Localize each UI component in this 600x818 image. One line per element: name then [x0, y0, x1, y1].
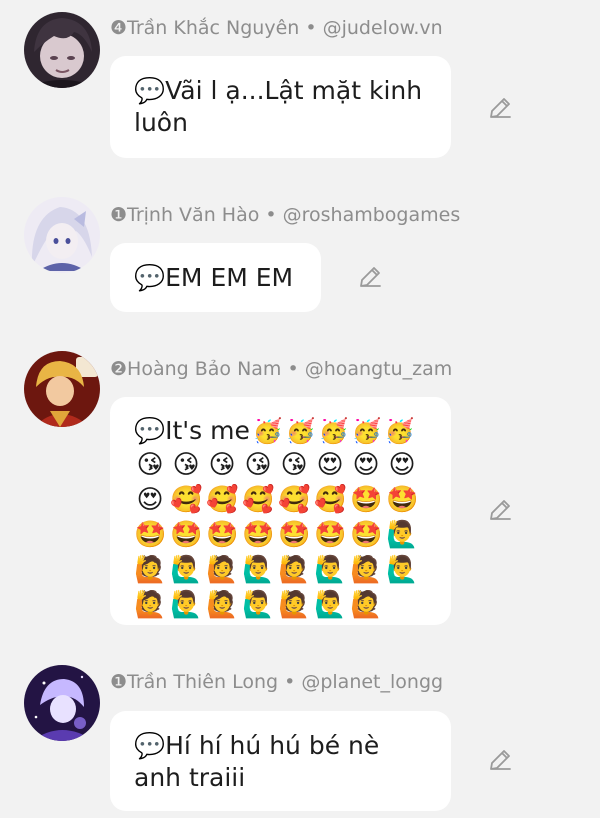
emoji-grid: 😘 😘 😘 😘 😘 😍 😍 😍 😍 🥰 🥰 🥰 🥰 🥰 🤩 🤩 🤩 🤩 🤩 🤩 🤩 🤩 🤩 🙋‍♂️ 🙋 🙋‍♂️ 🙋 🙋‍♂️ 🙋 🙋‍…	[134, 449, 422, 621]
emoji: 🤩	[386, 485, 419, 515]
emoji: 🙋‍♂️	[242, 555, 275, 585]
emoji: 🥰	[170, 485, 203, 515]
emoji: 🤩	[242, 520, 275, 550]
emoji: 🙋‍♂️	[170, 555, 203, 585]
comment-bubble: 💬EM EM EM	[110, 243, 321, 312]
emoji: 🥰	[278, 485, 311, 515]
emoji: 🥰	[242, 485, 275, 515]
comment-author[interactable]: ❹Trần Khắc Nguyên • @judelow.vn	[110, 16, 443, 40]
pencil-edit-icon[interactable]	[357, 264, 383, 290]
emoji: 😘	[136, 450, 164, 480]
emoji: 😘	[244, 450, 272, 480]
avatar[interactable]	[24, 197, 100, 273]
avatar-image	[24, 197, 100, 273]
emoji: 🤩	[278, 520, 311, 550]
emoji: 🙋	[206, 555, 239, 585]
avatar[interactable]	[24, 12, 100, 88]
emoji: 🙋‍♂️	[314, 555, 347, 585]
emoji: 🙋	[278, 555, 311, 585]
comment-text: 💬EM EM EM	[134, 263, 294, 292]
emoji: 🤩	[350, 520, 383, 550]
emoji: 😍	[388, 450, 416, 480]
emoji: 🤩	[314, 520, 347, 550]
emoji: 🙋	[278, 590, 311, 620]
emoji: 😘	[280, 450, 308, 480]
comment-feed: ❹Trần Khắc Nguyên • @judelow.vn 💬Vãi l ạ…	[0, 0, 600, 818]
avatar-image	[24, 351, 100, 427]
emoji: 🙋	[134, 590, 167, 620]
comment-text: 💬It's me 🥳 🥳 🥳 🥳 🥳	[134, 416, 414, 445]
comment-bubble: 💬Hí hí hú hú bé nè anh traiii	[110, 711, 451, 811]
emoji: 🙋	[206, 590, 239, 620]
emoji: 🥳	[351, 417, 382, 445]
emoji: 🙋‍♂️	[386, 555, 419, 585]
comment-bubble: 💬Vãi l ạ...Lật mặt kinh luôn	[110, 56, 451, 158]
emoji: 🥳	[318, 417, 349, 445]
comment-author[interactable]: ❶Trịnh Văn Hào • @roshambogames	[110, 203, 460, 227]
avatar[interactable]	[24, 351, 100, 427]
emoji: 😍	[316, 450, 344, 480]
emoji: 🥰	[206, 485, 239, 515]
avatar-image	[24, 665, 100, 741]
comment-author[interactable]: ❶Trần Thiên Long • @planet_longg	[110, 670, 443, 694]
emoji: 😍	[136, 485, 164, 515]
emoji: 😍	[352, 450, 380, 480]
emoji: 🙋‍♂️	[386, 520, 419, 550]
comment-text: 💬Vãi l ạ...Lật mặt kinh luôn	[134, 76, 423, 137]
emoji: 🤩	[350, 485, 383, 515]
emoji: 😘	[172, 450, 200, 480]
emoji: 🥳	[285, 417, 316, 445]
emoji: 🙋‍♂️	[242, 590, 275, 620]
pencil-edit-icon[interactable]	[487, 95, 513, 121]
avatar[interactable]	[24, 665, 100, 741]
comment-text-label: 💬It's me	[134, 416, 250, 445]
emoji: 😘	[208, 450, 236, 480]
emoji: 🤩	[170, 520, 203, 550]
pencil-edit-icon[interactable]	[487, 747, 513, 773]
pencil-edit-icon[interactable]	[487, 497, 513, 523]
emoji: 🥰	[314, 485, 347, 515]
emoji: 🤩	[206, 520, 239, 550]
emoji: 🙋	[350, 590, 383, 620]
emoji: 🥳	[384, 417, 415, 445]
emoji: 🙋	[350, 555, 383, 585]
emoji: 🤩	[134, 520, 167, 550]
comment-author[interactable]: ❷Hoàng Bảo Nam • @hoangtu_zam	[110, 357, 452, 381]
emoji: 🙋‍♂️	[314, 590, 347, 620]
emoji: 🙋‍♂️	[170, 590, 203, 620]
comment-bubble: 💬It's me 🥳 🥳 🥳 🥳 🥳 😘 😘 😘 😘 😘 😍 😍 😍 😍 🥰 🥰 🥰 🥰 🥰 🤩 🤩 🤩 🤩 🤩 🤩 🤩 🤩 🤩 🙋‍♂…	[110, 397, 451, 625]
emoji: 🙋	[134, 555, 167, 585]
emoji: 🥳	[252, 417, 283, 445]
comment-text: 💬Hí hí hú hú bé nè anh traiii	[134, 731, 380, 792]
avatar-image	[24, 12, 100, 88]
